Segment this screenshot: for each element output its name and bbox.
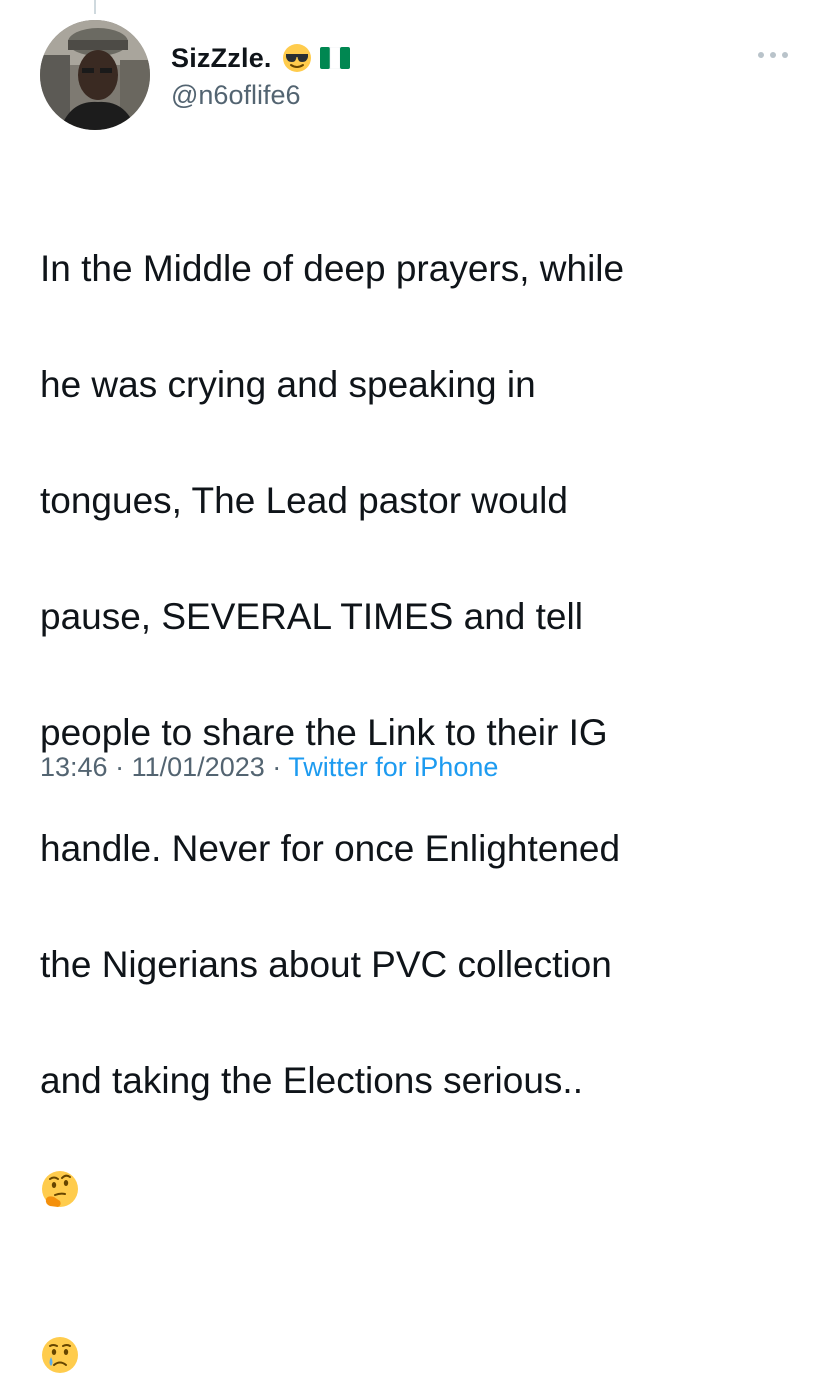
display-name[interactable]: SizZzle. [171, 43, 272, 74]
tweet-line: pause, SEVERAL TIMES and tell [40, 596, 583, 637]
thread-connector-line [94, 0, 96, 14]
tweet-source-link[interactable]: Twitter for iPhone [288, 752, 498, 782]
meta-separator: · [272, 752, 282, 782]
sunglasses-emoji-icon [282, 43, 312, 73]
tweet-line: people to share the Link to their IG [40, 712, 608, 753]
nigeria-flag-icon [319, 46, 350, 70]
author-handle[interactable]: @n6oflife6 [171, 80, 350, 111]
avatar-image [40, 20, 150, 130]
tweet-line: he was crying and speaking in [40, 364, 536, 405]
avatar[interactable] [40, 20, 150, 130]
thinking-face-emoji-icon [40, 1110, 80, 1207]
tweet-line: the Nigerians about PVC collection [40, 944, 612, 985]
crying-face-emoji-icon [40, 1276, 80, 1373]
tweet-header: SizZzle. @n6oflife6 [40, 20, 800, 132]
tweet-text: In the Middle of deep prayers, while he … [40, 182, 800, 1384]
display-name-row: SizZzle. [171, 40, 350, 76]
tweet-time[interactable]: 13:46 [40, 752, 108, 782]
tweet-date[interactable]: 11/01/2023 [132, 752, 265, 782]
author-names: SizZzle. @n6oflife6 [171, 40, 350, 111]
meta-separator: · [115, 752, 125, 782]
tweet-line: tongues, The Lead pastor would [40, 480, 568, 521]
tweet-meta: 13:46 · 11/01/2023 · Twitter for iPhone [40, 752, 498, 783]
tweet-line: handle. Never for once Enlightened [40, 828, 621, 869]
tweet-line: and taking the Elections serious.. [40, 1060, 583, 1101]
more-options-icon[interactable] [758, 48, 788, 62]
tweet-line: In the Middle of deep prayers, while [40, 248, 625, 289]
